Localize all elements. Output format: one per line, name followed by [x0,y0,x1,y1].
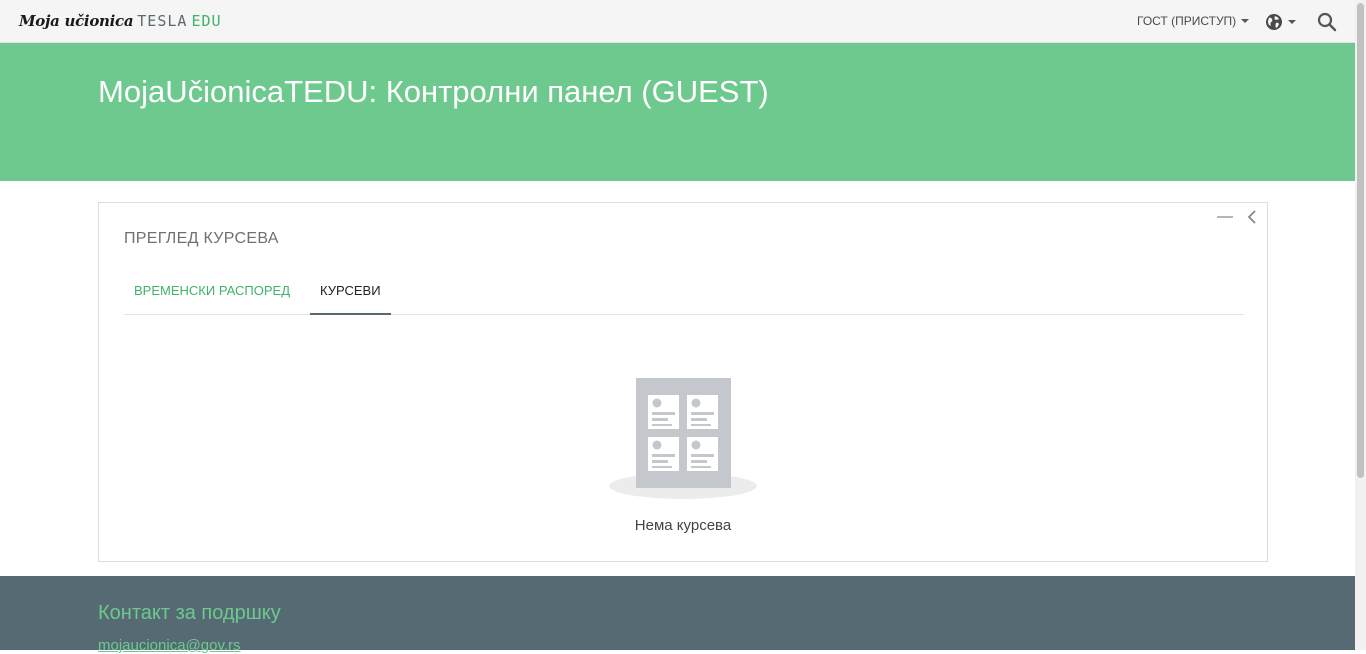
page-title: MojaUčionicaTEDU: Контролни панел (GUEST… [98,74,769,109]
support-email-link[interactable]: mojaucionica@gov.rs [98,637,241,654]
course-overview-card: ПРЕГЛЕД КУРСЕВА ВРЕМЕНСКИ РАСПОРЕД КУРСЕ… [98,202,1268,562]
chevron-left-icon[interactable] [1247,209,1257,225]
card-title: ПРЕГЛЕД КУРСЕВА [124,230,279,247]
search-button[interactable] [1317,12,1337,32]
minus-icon[interactable] [1217,216,1233,218]
top-navbar: Moja učionica TESLA EDU ГОСТ (ПРИСТУП) [0,0,1355,43]
user-menu-label: ГОСТ (ПРИСТУП) [1137,14,1237,28]
user-menu-dropdown[interactable]: ГОСТ (ПРИСТУП) [1137,14,1250,28]
empty-state-text: Нема курсева [634,517,732,534]
brand-logo-script: Moja učionica [19,12,134,30]
page-footer: Контакт за подршку mojaucionica@gov.rs [0,576,1355,654]
page-header: MojaUčionicaTEDU: Контролни панел (GUEST… [0,43,1355,181]
page-scrollbar[interactable] [1355,0,1366,650]
tab-bar: ВРЕМЕНСКИ РАСПОРЕД КУРСЕВИ [124,271,1244,315]
caret-down-icon [1241,19,1250,23]
brand-logo-edu: EDU [191,12,222,30]
scrollbar-thumb[interactable] [1357,3,1364,478]
brand-logo[interactable]: Moja učionica TESLA EDU [19,10,222,32]
footer-support-title: Контакт за подршку [98,602,281,624]
language-menu-dropdown[interactable] [1265,13,1296,31]
caret-down-icon [1288,20,1296,24]
search-icon [1317,12,1337,32]
brand-logo-tesla: TESLA [137,12,188,30]
empty-courses-illustration-icon [609,378,757,499]
tab-courses[interactable]: КУРСЕВИ [310,271,391,315]
empty-state: Нема курсева [99,375,1267,534]
tab-timeline[interactable]: ВРЕМЕНСКИ РАСПОРЕД [124,271,300,315]
card-controls [1217,209,1257,225]
globe-icon [1266,14,1282,30]
